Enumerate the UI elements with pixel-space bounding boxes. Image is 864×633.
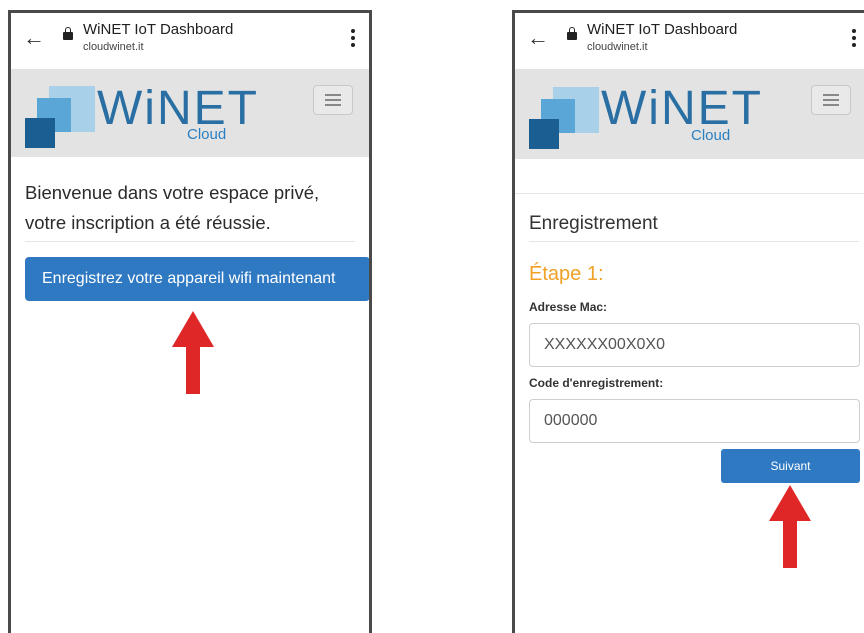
page-title: WiNET IoT Dashboard [83,21,234,38]
divider [25,241,355,242]
welcome-line-2: votre inscription a été réussie. [25,212,271,233]
logo-subtitle: Cloud [187,126,227,143]
divider [515,193,864,194]
register-device-button[interactable]: Enregistrez votre appareil wifi maintena… [25,257,369,301]
step-title: Étape 1: [529,263,604,285]
phone-screen-registration: ← WiNET IoT Dashboard cloudwinet.it WiNE… [512,10,864,633]
browser-address-bar: ← WiNET IoT Dashboard cloudwinet.it [515,13,864,69]
hamburger-menu-button[interactable] [811,85,851,115]
logo-wordmark: WiNET [97,82,259,135]
mac-address-input[interactable]: XXXXXX00X0X0 [529,323,860,367]
section-title: Enregistrement [529,213,658,234]
hamburger-menu-button[interactable] [313,85,353,115]
winet-logo-icon [25,86,95,148]
welcome-line-1: Bienvenue dans votre espace privé, [25,182,320,203]
mac-address-label: Adresse Mac: [529,300,608,314]
logo-wordmark: WiNET [601,82,763,135]
browser-menu-icon[interactable] [351,29,355,50]
welcome-message: Bienvenue dans votre espace privé, votre… [25,178,369,238]
url-host[interactable]: cloudwinet.it [83,41,144,53]
phone-screen-welcome: ← WiNET IoT Dashboard cloudwinet.it WiNE… [8,10,372,633]
page-title: WiNET IoT Dashboard [587,21,738,38]
winet-logo-icon [529,87,599,149]
url-host[interactable]: cloudwinet.it [587,41,648,53]
site-header: WiNET Cloud [11,69,369,157]
next-button[interactable]: Suivant [721,449,860,483]
browser-address-bar: ← WiNET IoT Dashboard cloudwinet.it [11,13,369,69]
site-header: WiNET Cloud [515,69,864,159]
lock-icon [63,27,73,40]
back-arrow-icon[interactable]: ← [23,27,45,49]
logo-subtitle: Cloud [691,127,731,144]
red-arrow-icon [769,485,811,569]
registration-code-input[interactable]: 000000 [529,399,860,443]
back-arrow-icon[interactable]: ← [527,27,549,49]
red-arrow-icon [172,311,214,395]
divider [529,241,859,242]
registration-code-label: Code d'enregistrement: [529,376,664,390]
browser-menu-icon[interactable] [852,29,856,50]
lock-icon [567,27,577,40]
